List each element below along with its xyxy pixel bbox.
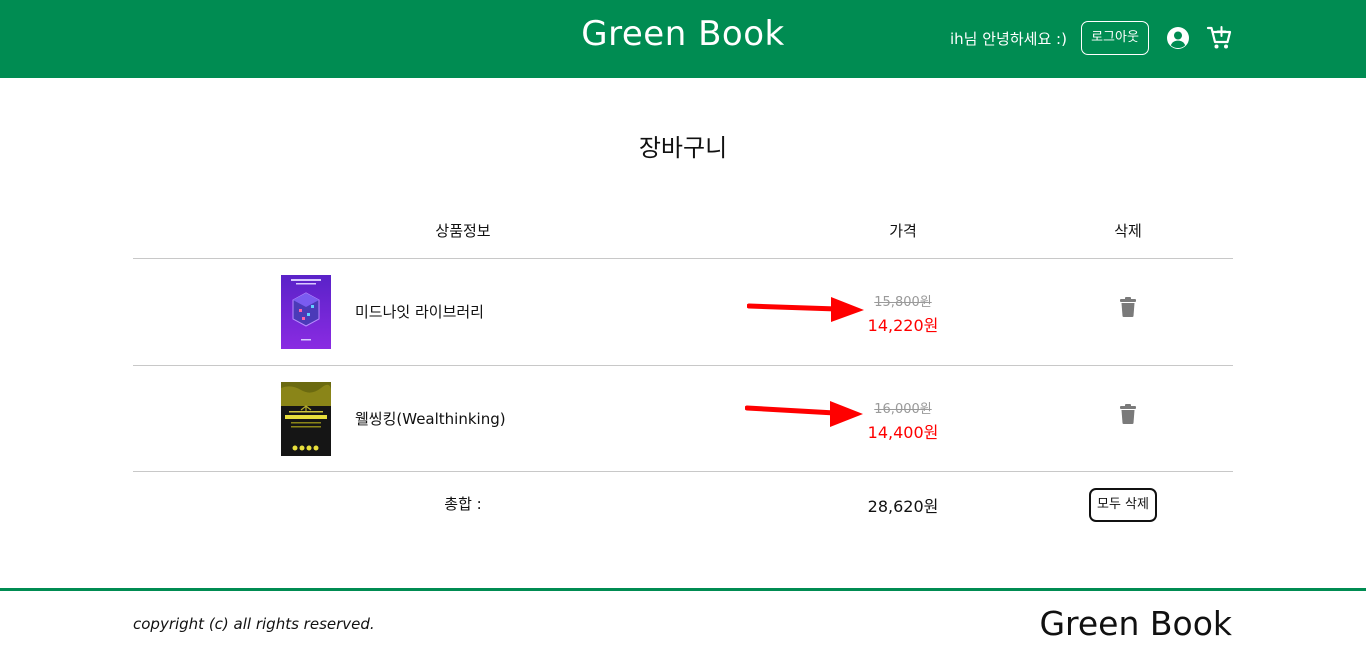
total-row: 총합 : 28,620원 모두 삭제 xyxy=(133,472,1233,542)
top-header: Green Book ih님 안녕하세요 :) 로그아웃 xyxy=(0,0,1366,78)
copyright-text: copyright (c) all rights reserved. xyxy=(133,615,375,633)
total-value: 28,620원 xyxy=(867,497,939,516)
original-price: 16,000원 xyxy=(874,402,932,417)
footer-divider xyxy=(0,588,1366,591)
footer-brand-logo[interactable]: Green Book xyxy=(1039,604,1232,643)
logout-button[interactable]: 로그아웃 xyxy=(1081,21,1149,55)
total-label: 총합 : xyxy=(444,495,482,513)
sale-price: 14,220원 xyxy=(867,316,939,335)
book-cover-image[interactable] xyxy=(281,275,331,349)
column-header-delete: 삭제 xyxy=(1114,222,1142,240)
page-title: 장바구니 xyxy=(638,134,728,162)
cart-icon[interactable] xyxy=(1206,25,1232,51)
trash-icon[interactable] xyxy=(1119,297,1137,317)
book-cover-image[interactable] xyxy=(281,382,331,456)
brand-logo[interactable]: Green Book xyxy=(0,14,1366,54)
table-row: 웰씽킹(Wealthinking) 16,000원 14,400원 xyxy=(133,366,1233,472)
user-circle-icon[interactable] xyxy=(1166,26,1190,50)
column-header-product: 상품정보 xyxy=(435,222,491,240)
original-price: 15,800원 xyxy=(874,295,932,310)
clear-all-button[interactable]: 모두 삭제 xyxy=(1089,488,1157,522)
trash-icon[interactable] xyxy=(1119,404,1137,424)
column-header-price: 가격 xyxy=(889,222,917,240)
sale-price: 14,400원 xyxy=(867,423,939,442)
book-title[interactable]: 미드나잇 라이브러리 xyxy=(355,301,484,322)
table-row: 미드나잇 라이브러리 15,800원 14,220원 xyxy=(133,259,1233,365)
book-title[interactable]: 웰씽킹(Wealthinking) xyxy=(355,408,506,429)
user-greeting: ih님 안녕하세요 :) xyxy=(950,30,1067,48)
